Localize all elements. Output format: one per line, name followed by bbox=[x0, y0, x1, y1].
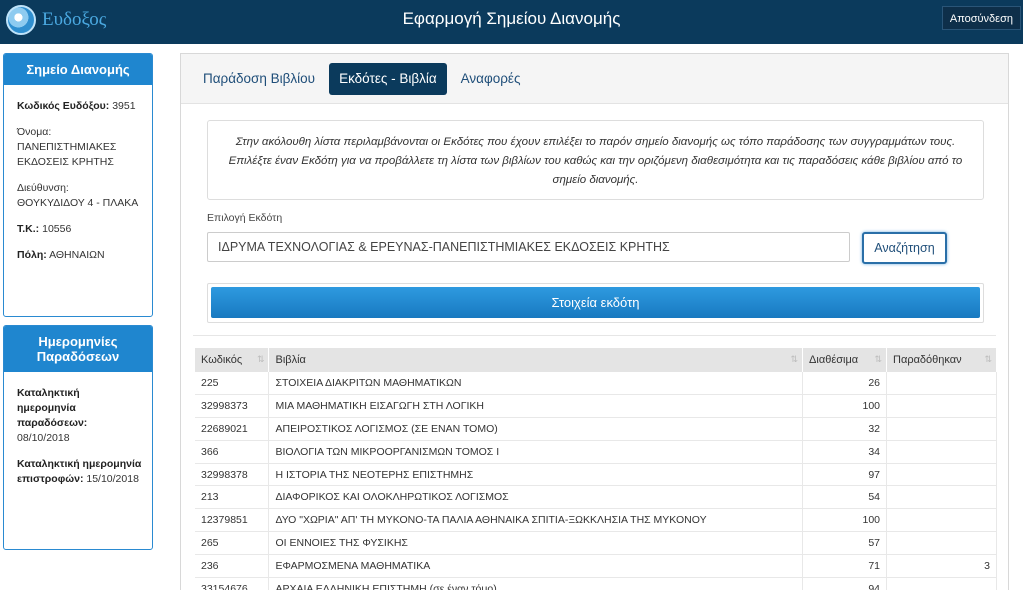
cell-code: 265 bbox=[195, 531, 270, 555]
zip-value: 10556 bbox=[42, 223, 72, 235]
table-row[interactable]: 12379851 ΔΥΟ "ΧΩΡΙΑ" ΑΠ' ΤΗ ΜΥΚΟΝΟ-ΤΑ ΠΑΛ… bbox=[195, 508, 997, 533]
sort-icon: ⇅ bbox=[874, 354, 883, 364]
cell-book: ΑΠΕΙΡΟΣΤΙΚΟΣ ΛΟΓΙΣΜΟΣ (ΣΕ ΕΝΑΝ ΤΟΜΟ) bbox=[268, 417, 804, 441]
name-field: Όνομα: ΠΑΝΕΠΙΣΤΗΜΙΑΚΕΣ ΕΚΔΟΣΕΙΣ ΚΡΗΤΗΣ bbox=[17, 125, 152, 170]
tab-publishers-books[interactable]: Εκδότες - Βιβλία bbox=[329, 62, 447, 95]
name-value: ΠΑΝΕΠΙΣΤΗΜΙΑΚΕΣ ΕΚΔΟΣΕΙΣ ΚΡΗΤΗΣ bbox=[17, 141, 117, 168]
cell-available: 26 bbox=[802, 372, 888, 396]
cell-available: 100 bbox=[802, 508, 888, 533]
cell-available: 34 bbox=[802, 440, 888, 464]
cell-code: 366 bbox=[195, 440, 270, 464]
address-value: ΘΟΥΚΥΔΙΔΟΥ 4 - ΠΛΑΚΑ bbox=[17, 197, 139, 209]
cell-available: 57 bbox=[802, 531, 888, 555]
address-field: Διεύθυνση: ΘΟΥΚΥΔΙΔΟΥ 4 - ΠΛΑΚΑ bbox=[17, 181, 152, 211]
zip-label: Τ.Κ.: bbox=[17, 223, 40, 235]
table-row[interactable]: 265 ΟΙ ΕΝΝΟΙΕΣ ΤΗΣ ΦΥΣΙΚΗΣ 57 bbox=[195, 531, 997, 555]
column-header-delivered[interactable]: Παραδόθηκαν ⇅ bbox=[886, 348, 997, 372]
delivery-deadline-label: Καταληκτική ημερομηνία παραδόσεων: bbox=[17, 387, 88, 429]
cell-book: Η ΙΣΤΟΡΙΑ ΤΗΣ ΝΕΟΤΕΡΗΣ ΕΠΙΣΤΗΜΗΣ bbox=[268, 463, 804, 487]
cell-available: 71 bbox=[802, 554, 888, 578]
cell-book: ΑΡΧΑΙΑ ΕΛΛΗΝΙΚΗ ΕΠΙΣΤΗΜΗ (σε έναν τόμο) bbox=[268, 577, 804, 590]
logout-button[interactable]: Αποσύνδεση bbox=[941, 6, 1021, 30]
tab-reports[interactable]: Αναφορές bbox=[451, 63, 531, 95]
publisher-select-input[interactable]: ΙΔΡΥΜΑ ΤΕΧΝΟΛΟΓΙΑΣ & ΕΡΕΥΝΑΣ-ΠΑΝΕΠΙΣΤΗΜΙ… bbox=[207, 232, 850, 262]
eudoxus-code-label: Κωδικός Ευδόξου: bbox=[17, 100, 110, 112]
address-label: Διεύθυνση: bbox=[17, 182, 69, 194]
eudoxus-code-field: Κωδικός Ευδόξου: 3951 bbox=[17, 99, 152, 114]
info-message: Στην ακόλουθη λίστα περιλαμβάνονται οι Ε… bbox=[207, 120, 984, 200]
cell-code: 213 bbox=[195, 485, 270, 510]
column-header-available[interactable]: Διαθέσιμα ⇅ bbox=[802, 348, 888, 372]
sort-icon: ⇅ bbox=[790, 354, 799, 364]
divider bbox=[193, 335, 996, 336]
cell-book: ΒΙΟΛΟΓΙΑ ΤΩΝ ΜΙΚΡΟΟΡΓΑΝΙΣΜΩΝ ΤΟΜΟΣ Ι bbox=[268, 440, 804, 464]
table-row[interactable]: 366 ΒΙΟΛΟΓΙΑ ΤΩΝ ΜΙΚΡΟΟΡΓΑΝΙΣΜΩΝ ΤΟΜΟΣ Ι3… bbox=[195, 440, 997, 464]
cell-available: 54 bbox=[802, 485, 888, 510]
table-row[interactable]: 22689021 ΑΠΕΙΡΟΣΤΙΚΟΣ ΛΟΓΙΣΜΟΣ (ΣΕ ΕΝΑΝ Τ… bbox=[195, 417, 997, 441]
sort-icon: ⇅ bbox=[256, 354, 265, 364]
column-header-books[interactable]: Βιβλία ⇅ bbox=[268, 348, 804, 372]
table-row[interactable]: 32998378 Η ΙΣΤΟΡΙΑ ΤΗΣ ΝΕΟΤΕΡΗΣ ΕΠΙΣΤΗΜΗΣ… bbox=[195, 463, 997, 487]
tab-bar: Παράδοση Βιβλίου Εκδότες - Βιβλία Αναφορ… bbox=[181, 54, 1008, 104]
cell-code: 12379851 bbox=[195, 508, 270, 533]
cell-code: 236 bbox=[195, 554, 270, 578]
city-field: Πόλη: ΑΘΗΝΑΙΩΝ bbox=[17, 248, 152, 263]
table-row[interactable]: 213 ΔΙΑΦΟΡΙΚΟΣ ΚΑΙ ΟΛΟΚΛΗΡΩΤΙΚΟΣ ΛΟΓΙΣΜΟΣ… bbox=[195, 485, 997, 510]
delivery-dates-panel: Ημερομηνίες Παραδόσεων Καταληκτική ημερο… bbox=[3, 325, 153, 550]
name-label: Όνομα: bbox=[17, 126, 52, 138]
city-label: Πόλη: bbox=[17, 249, 47, 261]
cell-book: ΕΦΑΡΜΟΣΜΕΝΑ ΜΑΘΗΜΑΤΙΚΑ bbox=[268, 554, 804, 578]
zip-field: Τ.Κ.: 10556 bbox=[17, 222, 152, 237]
cell-delivered: 3 bbox=[886, 554, 997, 578]
tab-book-delivery[interactable]: Παράδοση Βιβλίου bbox=[193, 63, 325, 95]
publisher-select-label: Επιλογή Εκδότη bbox=[207, 212, 283, 224]
table-row[interactable]: 236 ΕΦΑΡΜΟΣΜΕΝΑ ΜΑΘΗΜΑΤΙΚΑ 71 3 bbox=[195, 554, 997, 578]
eudoxus-code-value: 3951 bbox=[112, 100, 136, 112]
delivery-deadline-field: Καταληκτική ημερομηνία παραδόσεων: 08/10… bbox=[17, 386, 107, 446]
cell-delivered bbox=[886, 531, 997, 555]
publisher-details-button[interactable]: Στοιχεία εκδότη bbox=[211, 287, 980, 318]
cell-available: 100 bbox=[802, 394, 888, 419]
delivery-deadline-value: 08/10/2018 bbox=[17, 432, 70, 444]
app-title: Εφαρμογή Σημείου Διανομής bbox=[402, 9, 621, 28]
return-deadline-field: Καταληκτική ημερομηνία επιστροφών: 15/10… bbox=[17, 457, 147, 487]
cell-available: 97 bbox=[802, 463, 888, 487]
cell-code: 33154676 bbox=[195, 577, 270, 590]
cell-available: 94 bbox=[802, 577, 888, 590]
panel-title: Σημείο Διανομής bbox=[4, 54, 152, 85]
top-bar: Ευδοξος Εφαρμογή Σημείου Διανομής Αποσύν… bbox=[0, 0, 1023, 44]
cell-book: ΔΥΟ "ΧΩΡΙΑ" ΑΠ' ΤΗ ΜΥΚΟΝΟ-ΤΑ ΠΑΛΙΑ ΑΘΗΝΑ… bbox=[268, 508, 804, 533]
cell-delivered bbox=[886, 485, 997, 510]
cell-code: 32998378 bbox=[195, 463, 270, 487]
cell-delivered bbox=[886, 463, 997, 487]
cell-book: ΜΙΑ ΜΑΘΗΜΑΤΙΚΗ ΕΙΣΑΓΩΓΗ ΣΤΗ ΛΟΓΙΚΗ bbox=[268, 394, 804, 419]
search-button[interactable]: Αναζήτηση bbox=[862, 232, 947, 264]
cell-book: ΣΤΟΙΧΕΙΑ ΔΙΑΚΡΙΤΩΝ ΜΑΘΗΜΑΤΙΚΩΝ bbox=[268, 372, 804, 396]
publisher-details-wrapper: Στοιχεία εκδότη bbox=[207, 283, 984, 323]
cell-delivered bbox=[886, 577, 997, 590]
panel-title: Ημερομηνίες Παραδόσεων bbox=[4, 326, 152, 372]
table-row[interactable]: 225 ΣΤΟΙΧΕΙΑ ΔΙΑΚΡΙΤΩΝ ΜΑΘΗΜΑΤΙΚΩΝ 26 bbox=[195, 372, 997, 396]
cell-delivered bbox=[886, 440, 997, 464]
cell-book: ΔΙΑΦΟΡΙΚΟΣ ΚΑΙ ΟΛΟΚΛΗΡΩΤΙΚΟΣ ΛΟΓΙΣΜΟΣ bbox=[268, 485, 804, 510]
return-deadline-value: 15/10/2018 bbox=[86, 473, 139, 485]
table-row[interactable]: 32998373 ΜΙΑ ΜΑΘΗΜΑΤΙΚΗ ΕΙΣΑΓΩΓΗ ΣΤΗ ΛΟΓΙ… bbox=[195, 394, 997, 419]
cell-code: 22689021 bbox=[195, 417, 270, 441]
table-row[interactable]: 33154676 ΑΡΧΑΙΑ ΕΛΛΗΝΙΚΗ ΕΠΙΣΤΗΜΗ (σε ένα… bbox=[195, 577, 997, 590]
cell-book: ΟΙ ΕΝΝΟΙΕΣ ΤΗΣ ΦΥΣΙΚΗΣ bbox=[268, 531, 804, 555]
table-header-row: Κωδικός ⇅ Βιβλία ⇅ Διαθέσιμα ⇅ Παραδόθηκαν ⇅ bbox=[195, 348, 997, 372]
cell-available: 32 bbox=[802, 417, 888, 441]
cell-code: 225 bbox=[195, 372, 270, 396]
cell-delivered bbox=[886, 508, 997, 533]
column-header-code[interactable]: Κωδικός ⇅ bbox=[195, 348, 270, 372]
sort-icon: ⇅ bbox=[984, 354, 992, 364]
books-table: Κωδικός ⇅ Βιβλία ⇅ Διαθέσιμα ⇅ Παραδόθηκαν ⇅… bbox=[195, 348, 997, 590]
distribution-point-panel: Σημείο Διανομής Κωδικός Ευδόξου: 3951 Όν… bbox=[3, 53, 153, 317]
cell-delivered bbox=[886, 417, 997, 441]
main-content: Παράδοση Βιβλίου Εκδότες - Βιβλία Αναφορ… bbox=[180, 53, 1009, 590]
cell-delivered bbox=[886, 394, 997, 419]
city-value: ΑΘΗΝΑΙΩΝ bbox=[49, 249, 105, 261]
cell-code: 32998373 bbox=[195, 394, 270, 419]
cell-delivered bbox=[886, 372, 997, 396]
